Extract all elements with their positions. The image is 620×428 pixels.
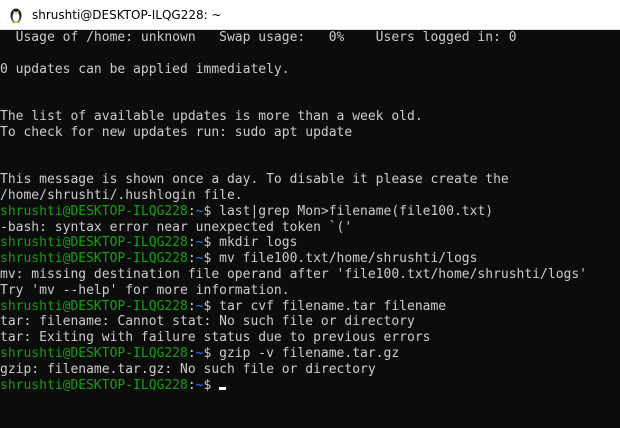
prompt-separator: : <box>187 235 196 251</box>
prompt-user-host: shrushti@DESKTOP-ILQG228 <box>0 345 188 361</box>
terminal-penguin-icon <box>8 7 24 23</box>
prompt-symbol: $ <box>203 377 220 393</box>
prompt-path: ~ <box>195 203 204 219</box>
prompt-user-host: shrushti@DESKTOP-ILQG228 <box>0 235 188 251</box>
terminal-window: shrushti@DESKTOP-ILQG228: ~ Usage of /ho… <box>0 0 620 428</box>
prompt-symbol: $ <box>203 203 220 219</box>
prompt-user-host: shrushti@DESKTOP-ILQG228 <box>0 251 188 267</box>
command-text: gzip -v filename.tar.gz <box>219 345 400 361</box>
output-line: This message is shown once a day. To dis… <box>0 172 509 188</box>
prompt-symbol: $ <box>203 251 220 267</box>
output-line: /home/shrushti/.hushlogin file. <box>0 187 243 203</box>
prompt-separator: : <box>187 377 196 393</box>
prompt-symbol: $ <box>203 235 220 251</box>
prompt-user-host: shrushti@DESKTOP-ILQG228 <box>0 377 188 393</box>
prompt-separator: : <box>187 251 196 267</box>
command-text: tar cvf filename.tar filename <box>219 298 447 314</box>
prompt-separator: : <box>187 203 196 219</box>
prompt-symbol: $ <box>203 345 220 361</box>
command-line: shrushti@DESKTOP-ILQG228:~$ mv file100.t… <box>0 251 620 267</box>
prompt-path: ~ <box>195 251 204 267</box>
command-line: shrushti@DESKTOP-ILQG228:~$ gzip -v file… <box>0 346 620 362</box>
output-line: tar: filename: Cannot stat: No such file… <box>0 314 415 330</box>
output-line: gzip: filename.tar.gz: No such file or d… <box>0 361 376 377</box>
command-line: shrushti@DESKTOP-ILQG228:~$ last|grep Mo… <box>0 204 620 220</box>
command-text: mkdir logs <box>219 235 298 251</box>
prompt-symbol: $ <box>203 298 220 314</box>
prompt-separator: : <box>187 345 196 361</box>
prompt-separator: : <box>187 298 196 314</box>
output-line: tar: Exiting with failure status due to … <box>0 330 431 346</box>
output-line: Usage of /home: unknown Swap usage: 0% U… <box>0 30 517 45</box>
output-line: 0 updates can be applied immediately. <box>0 61 290 77</box>
terminal-output[interactable]: Usage of /home: unknown Swap usage: 0% U… <box>0 30 620 428</box>
prompt-user-host: shrushti@DESKTOP-ILQG228 <box>0 298 188 314</box>
command-line: shrushti@DESKTOP-ILQG228:~$ mkdir logs <box>0 235 620 251</box>
output-line: mv: missing destination file operand aft… <box>0 266 587 282</box>
command-text: mv file100.txt/home/shrushti/logs <box>219 251 478 267</box>
prompt-user-host: shrushti@DESKTOP-ILQG228 <box>0 203 188 219</box>
active-prompt-line: shrushti@DESKTOP-ILQG228:~$ <box>0 378 620 394</box>
title-bar[interactable]: shrushti@DESKTOP-ILQG228: ~ <box>0 0 620 30</box>
output-line: To check for new updates run: sudo apt u… <box>0 124 353 140</box>
prompt-path: ~ <box>195 345 204 361</box>
prompt-path: ~ <box>195 235 204 251</box>
output-line: The list of available updates is more th… <box>0 108 423 124</box>
prompt-path: ~ <box>195 298 204 314</box>
output-line: -bash: syntax error near unexpected toke… <box>0 219 353 235</box>
prompt-path: ~ <box>195 377 204 393</box>
window-title: shrushti@DESKTOP-ILQG228: ~ <box>32 7 222 22</box>
command-line: shrushti@DESKTOP-ILQG228:~$ tar cvf file… <box>0 299 620 315</box>
command-text: last|grep Mon>filename(file100.txt) <box>219 203 494 219</box>
text-cursor[interactable] <box>219 386 227 390</box>
output-line: Try 'mv --help' for more information. <box>0 282 290 298</box>
